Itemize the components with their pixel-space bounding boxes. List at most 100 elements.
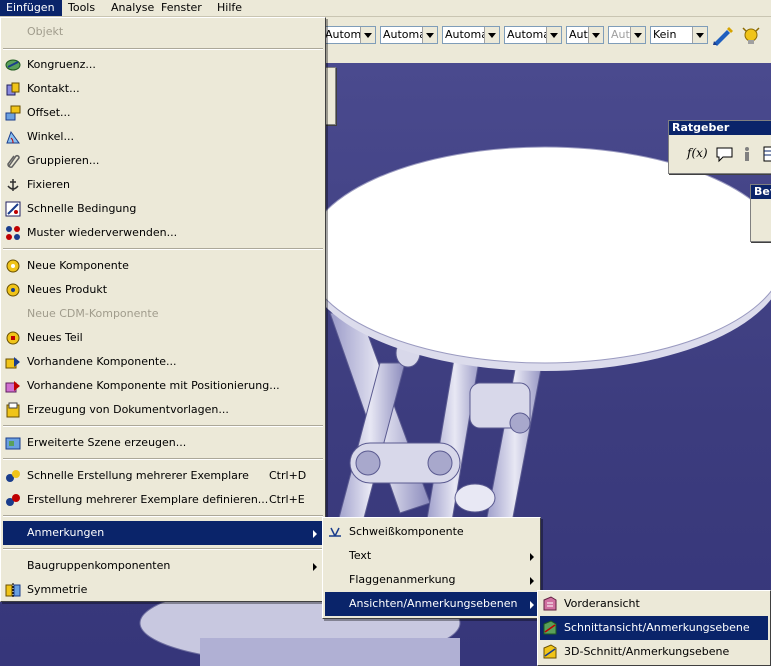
- menu-item-dokumentvorlagen[interactable]: Erzeugung von Dokumentvorlagen...: [3, 398, 323, 422]
- front-view-icon: [543, 596, 557, 611]
- table-icon[interactable]: [763, 145, 771, 163]
- combo-2[interactable]: Automa: [380, 26, 438, 44]
- menu-item-baugruppenkomponenten[interactable]: Baugruppenkomponenten: [3, 554, 323, 578]
- menu-item-vorderansicht[interactable]: Vorderansicht: [540, 592, 768, 616]
- comment-icon[interactable]: [715, 145, 735, 163]
- menu-item-kongruenz[interactable]: Kongruenz...: [3, 53, 323, 77]
- menu-item-label: Vorderansicht: [564, 597, 640, 610]
- menu-item-symmetrie[interactable]: Symmetrie: [3, 578, 323, 602]
- menu-bar: Einfügen Tools Analyse Fenster Hilfe: [0, 0, 771, 17]
- chevron-down-icon[interactable]: [546, 27, 561, 43]
- separator: [3, 548, 323, 550]
- menu-item-label: Erzeugung von Dokumentvorlagen...: [27, 403, 229, 416]
- shortcut-label: Ctrl+D: [269, 469, 307, 482]
- light-bulb-icon[interactable]: [739, 24, 763, 48]
- menu-item-label: Fixieren: [27, 178, 70, 191]
- menu-item-label: Baugruppenkomponenten: [27, 559, 171, 572]
- menu-item-label: Anmerkungen: [27, 526, 105, 539]
- combo-value: Automa: [507, 28, 550, 41]
- contact-icon: [6, 82, 20, 96]
- menu-item-muster[interactable]: Muster wiederverwenden...: [3, 221, 323, 245]
- menu-item-label: Ansichten/Anmerkungsebenen: [349, 597, 518, 610]
- menu-fenster[interactable]: Fenster: [155, 0, 208, 16]
- gear-icon: [6, 283, 20, 297]
- chevron-down-icon[interactable]: [588, 27, 603, 43]
- menu-item-schnittansicht[interactable]: Schnittansicht/Anmerkungsebene: [540, 616, 768, 640]
- ansichten-submenu: Vorderansicht Schnittansicht/Anmerkungse…: [537, 590, 771, 666]
- menu-item-label: Schnittansicht/Anmerkungsebene: [564, 621, 750, 634]
- quick-constraint-icon: [5, 201, 21, 217]
- combo-value: Automa: [445, 28, 488, 41]
- combo-1[interactable]: Automa: [322, 26, 376, 44]
- combo-5[interactable]: Aut: [566, 26, 604, 44]
- chevron-down-icon[interactable]: [360, 27, 375, 43]
- menu-item-offset[interactable]: Offset...: [3, 101, 323, 125]
- existing-component-icon: [5, 357, 20, 369]
- menu-item-erweiterte-szene[interactable]: Erweiterte Szene erzeugen...: [3, 431, 323, 455]
- menu-item-label: Vorhandene Komponente mit Positionierung…: [27, 379, 280, 392]
- coincidence-icon: [5, 59, 21, 71]
- shortcut-label: Ctrl+E: [269, 493, 305, 506]
- menu-item-schnelle-bedingung[interactable]: Schnelle Bedingung: [3, 197, 323, 221]
- combo-4[interactable]: Automa: [504, 26, 562, 44]
- menu-item-objekt[interactable]: Objekt: [3, 20, 323, 44]
- menu-item-neue-komponente[interactable]: Neue Komponente: [3, 254, 323, 278]
- anchor-icon: [7, 179, 19, 191]
- menu-analyse[interactable]: Analyse: [105, 0, 160, 16]
- chevron-down-icon[interactable]: [422, 27, 437, 43]
- menu-item-label: Neues Produkt: [27, 283, 108, 296]
- menu-item-anmerkungen[interactable]: Anmerkungen: [3, 521, 323, 545]
- menu-item-erstellung-definieren[interactable]: Erstellung mehrerer Exemplare definieren…: [3, 488, 323, 512]
- menu-item-kontakt[interactable]: Kontakt...: [3, 77, 323, 101]
- pattern-icon: [6, 226, 20, 240]
- separator: [3, 515, 323, 517]
- gear-icon: [6, 259, 20, 273]
- chevron-down-icon[interactable]: [630, 27, 645, 43]
- submenu-arrow-icon: [313, 563, 317, 571]
- combo-6[interactable]: Aut: [608, 26, 646, 44]
- menu-item-neues-teil[interactable]: Neues Teil: [3, 326, 323, 350]
- menu-item-label: Objekt: [27, 25, 64, 38]
- menu-item-neues-produkt[interactable]: Neues Produkt: [3, 278, 323, 302]
- symmetry-icon: [5, 583, 21, 597]
- submenu-arrow-icon: [530, 553, 534, 561]
- menu-item-fixieren[interactable]: Fixieren: [3, 173, 323, 197]
- multi-instance-icon: [6, 494, 20, 506]
- menu-item-vorhandene-komponente-positionierung[interactable]: Vorhandene Komponente mit Positionierung…: [3, 374, 323, 398]
- submenu-arrow-icon: [530, 601, 534, 609]
- separator: [3, 458, 323, 460]
- menu-item-text[interactable]: Text: [325, 544, 538, 568]
- document-template-icon: [6, 402, 20, 418]
- menu-item-schnelle-erstellung[interactable]: Schnelle Erstellung mehrerer Exemplare C…: [3, 464, 323, 488]
- combo-3[interactable]: Automa: [442, 26, 500, 44]
- menu-item-label: Schweißkomponente: [349, 525, 464, 538]
- menu-einfuegen[interactable]: Einfügen: [0, 0, 62, 16]
- menu-item-label: Winkel...: [27, 130, 74, 143]
- submenu-arrow-icon: [313, 530, 317, 538]
- section-3d-icon: [543, 644, 557, 659]
- info-icon[interactable]: [741, 145, 753, 163]
- paperclip-icon: [7, 154, 20, 168]
- menu-item-ansichten-anmerkungsebenen[interactable]: Ansichten/Anmerkungsebenen: [325, 592, 538, 616]
- paint-brush-icon[interactable]: [711, 25, 735, 47]
- menu-item-neue-cdm-komponente[interactable]: Neue CDM-Komponente: [3, 302, 323, 326]
- combo-7[interactable]: Kein: [650, 26, 708, 44]
- menu-tools[interactable]: Tools: [62, 0, 101, 16]
- menu-item-gruppieren[interactable]: Gruppieren...: [3, 149, 323, 173]
- separator: [3, 48, 323, 50]
- menu-item-label: Text: [349, 549, 372, 562]
- menu-item-3d-schnitt[interactable]: 3D-Schnitt/Anmerkungsebene: [540, 640, 768, 664]
- menu-item-flaggenanmerkung[interactable]: Flaggenanmerkung: [325, 568, 538, 592]
- combo-value: Automa: [383, 28, 426, 41]
- menu-item-label: Schnelle Erstellung mehrerer Exemplare: [27, 469, 249, 482]
- menu-item-vorhandene-komponente[interactable]: Vorhandene Komponente...: [3, 350, 323, 374]
- menu-item-schweisskomponente[interactable]: Schweißkomponente: [325, 520, 538, 544]
- menu-item-label: Neue Komponente: [27, 259, 129, 272]
- formula-icon[interactable]: f(x): [687, 143, 708, 163]
- chevron-down-icon[interactable]: [692, 27, 707, 43]
- menu-item-label: Neues Teil: [27, 331, 83, 344]
- chevron-down-icon[interactable]: [484, 27, 499, 43]
- menu-item-winkel[interactable]: Winkel...: [3, 125, 323, 149]
- separator: [3, 248, 323, 250]
- menu-hilfe[interactable]: Hilfe: [211, 0, 248, 16]
